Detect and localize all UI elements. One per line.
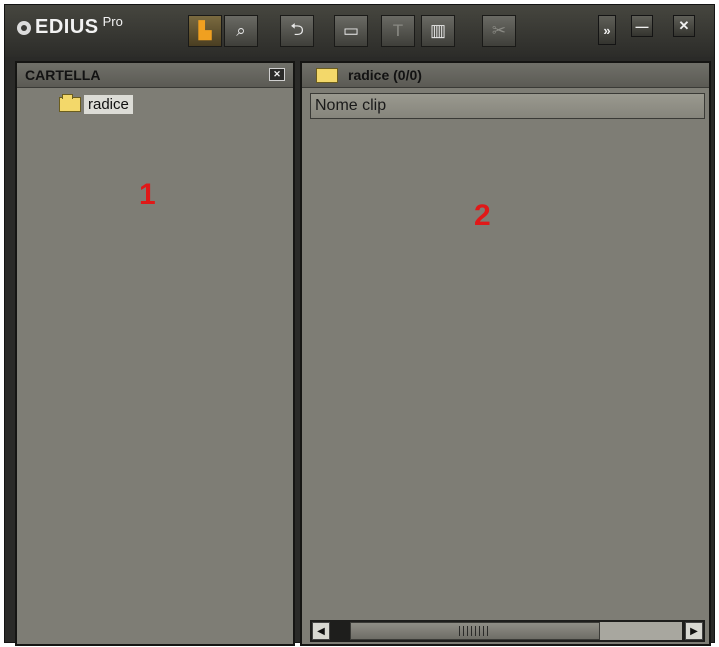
open-folder-button[interactable]: ▭: [334, 15, 368, 47]
column-header-clip-name[interactable]: Nome clip: [310, 93, 705, 119]
close-icon: ✕: [678, 18, 690, 33]
up-level-button[interactable]: ⮌: [280, 15, 314, 47]
title-button[interactable]: T: [381, 15, 415, 47]
grip-icon: [459, 626, 491, 636]
title-bar[interactable]: EDIUS Pro ▙ ⌕ ⮌ ▭ T ▥ ✂ » — ✕: [5, 5, 714, 57]
horizontal-scrollbar[interactable]: ◀ ▶: [310, 620, 705, 642]
clip-panel: radice (0/0) Nome clip 2 ◀ ▶: [300, 61, 711, 646]
folder-panel: CARTELLA ✕ radice 1: [15, 61, 295, 646]
scroll-right-button[interactable]: ▶: [685, 622, 703, 640]
arrow-right-icon: ▶: [690, 625, 698, 637]
annotation-2: 2: [474, 199, 491, 232]
folder-view-button[interactable]: ▙: [188, 15, 222, 47]
double-chevron-icon: »: [603, 22, 611, 38]
tree-item-radice[interactable]: radice: [59, 94, 133, 114]
open-folder-icon: ▭: [342, 21, 360, 40]
annotation-1: 1: [139, 178, 156, 211]
arrow-left-icon: ◀: [317, 625, 325, 637]
expand-menu-button[interactable]: »: [598, 15, 616, 45]
folder-icon: [316, 67, 338, 83]
tree-item-label: radice: [84, 95, 133, 114]
folder-icon: [59, 94, 81, 112]
brand-suffix: Pro: [102, 14, 123, 29]
scroll-left-button[interactable]: ◀: [312, 622, 330, 640]
minimize-button[interactable]: —: [631, 15, 653, 37]
view-mode-button[interactable]: ▥: [421, 15, 455, 47]
logo-mark-icon: [17, 20, 31, 35]
clip-panel-header: radice (0/0): [302, 63, 709, 88]
search-clip-button[interactable]: ⌕: [224, 15, 258, 47]
edius-bin-window: EDIUS Pro ▙ ⌕ ⮌ ▭ T ▥ ✂ » — ✕ CARTELLA ✕…: [4, 4, 715, 646]
up-level-icon: ⮌: [290, 19, 304, 39]
brand-name: EDIUS: [35, 16, 99, 38]
folder-panel-header: CARTELLA ✕: [17, 63, 293, 88]
view-mode-icon: ▥: [429, 21, 447, 40]
scroll-thumb[interactable]: [350, 622, 600, 640]
search-clip-icon: ⌕: [236, 21, 246, 40]
scroll-track[interactable]: [600, 622, 682, 640]
close-button[interactable]: ✕: [673, 15, 695, 37]
column-header-label: Nome clip: [315, 97, 387, 114]
cut-button[interactable]: ✂: [482, 15, 516, 47]
folder-panel-title: CARTELLA: [25, 67, 101, 83]
folder-panel-close-icon[interactable]: ✕: [269, 68, 285, 81]
title-icon: T: [392, 21, 404, 40]
minimize-icon: —: [635, 18, 649, 34]
cut-icon: ✂: [491, 21, 507, 40]
folder-view-icon: ▙: [198, 21, 212, 40]
clip-panel-title: radice (0/0): [348, 67, 422, 83]
app-logo: EDIUS Pro: [17, 14, 123, 39]
